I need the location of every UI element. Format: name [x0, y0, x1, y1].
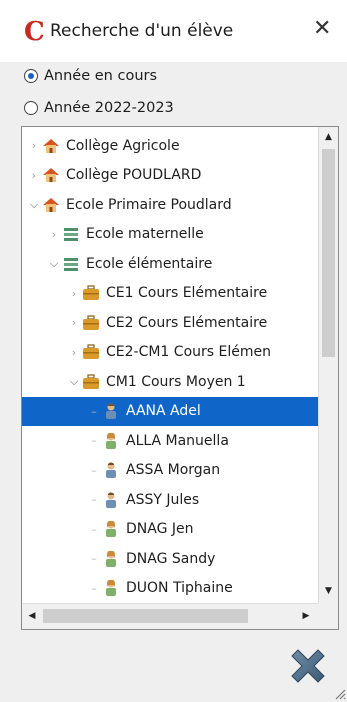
collapse-chevron-icon[interactable]: ›: [28, 169, 40, 182]
scroll-up-button[interactable]: ▲: [319, 127, 338, 147]
close-button[interactable]: ✕: [313, 18, 331, 40]
expand-chevron-icon[interactable]: ⌵: [48, 257, 60, 270]
tree-node-label: CE2-CM1 Cours Elémen: [106, 344, 271, 361]
class-briefcase-icon: [82, 314, 100, 332]
student-row[interactable]: – ASSA Morgan: [22, 456, 318, 486]
tree-node-label: CE2 Cours Elémentaire: [106, 314, 268, 331]
tree-node-label: Collège Agricole: [66, 137, 180, 154]
radio-year-2022-2023[interactable]: Année 2022-2023: [24, 97, 174, 119]
collapse-chevron-icon[interactable]: ›: [68, 346, 80, 359]
tree-connector-icon: –: [91, 404, 97, 418]
student-boy-icon: [102, 491, 120, 509]
radio-current-year-label: Année en cours: [44, 68, 158, 84]
tree-node-row[interactable]: ⌵ Ecole élémentaire: [22, 249, 318, 279]
tree-node-label: Ecole Primaire Poudlard: [66, 196, 232, 213]
search-student-dialog: C Recherche d'un élève ✕ Année en cours …: [0, 0, 347, 702]
tree-node-row[interactable]: › CE2 Cours Elémentaire: [22, 308, 318, 338]
level-stack-icon: [62, 225, 80, 243]
collapse-chevron-icon[interactable]: ›: [28, 139, 40, 152]
school-tree[interactable]: › Collège Agricole › Collège POUDLARD ⌵ Ecole…: [21, 126, 339, 630]
student-girl-icon: [102, 550, 120, 568]
tree-node-label: Collège POUDLARD: [66, 167, 202, 184]
horizontal-scrollbar[interactable]: ◀ ▶: [22, 603, 318, 629]
radio-current-year[interactable]: Année en cours: [24, 65, 157, 87]
tree-node-label: DUON Tiphaine: [126, 580, 233, 597]
tree-connector-icon: –: [91, 552, 97, 566]
collapse-chevron-icon[interactable]: ›: [68, 287, 80, 300]
vertical-scrollbar[interactable]: ▲ ▼: [318, 127, 338, 603]
tree-connector-icon: –: [91, 522, 97, 536]
app-logo-icon: C: [24, 17, 45, 47]
student-row[interactable]: – AANA Adel: [22, 396, 318, 426]
tree-node-row[interactable]: › CE2-CM1 Cours Elémen: [22, 338, 318, 368]
class-briefcase-icon: [82, 284, 100, 302]
tree-node-row[interactable]: ⌵ Ecole Primaire Poudlard: [22, 190, 318, 220]
collapse-chevron-icon[interactable]: ›: [68, 316, 80, 329]
radio-year-2022-2023-label: Année 2022-2023: [44, 100, 174, 116]
expand-chevron-icon[interactable]: ⌵: [68, 375, 80, 388]
school-house-icon: [42, 137, 60, 155]
radio-button-checked[interactable]: [24, 69, 38, 83]
cancel-cross-icon: [291, 649, 325, 683]
tree-node-label: ALLA Manuella: [126, 432, 229, 449]
class-briefcase-icon: [82, 373, 100, 391]
tree-node-label: ASSY Jules: [126, 491, 200, 508]
student-row[interactable]: – DNAG Sandy: [22, 544, 318, 574]
scroll-down-button[interactable]: ▼: [319, 581, 338, 601]
student-row[interactable]: – DUON Tiphaine: [22, 574, 318, 604]
tree-node-label: Ecole maternelle: [86, 226, 204, 243]
scrollbar-corner: [318, 603, 338, 629]
resize-grip-icon[interactable]: [334, 688, 346, 700]
window-title: Recherche d'un élève: [50, 21, 234, 41]
tree-node-label: Ecole élémentaire: [86, 255, 213, 272]
tree-node-label: ASSA Morgan: [126, 462, 221, 479]
tree-node-label: DNAG Sandy: [126, 550, 216, 567]
level-stack-icon: [62, 255, 80, 273]
school-house-icon: [42, 166, 60, 184]
vertical-scroll-thumb[interactable]: [322, 149, 335, 357]
tree-node-row[interactable]: › Ecole maternelle: [22, 220, 318, 250]
tree-connector-icon: –: [91, 581, 97, 595]
tree-node-row[interactable]: › Collège Agricole: [22, 131, 318, 161]
student-girl-icon: [102, 432, 120, 450]
collapse-chevron-icon[interactable]: ›: [48, 228, 60, 241]
tree-connector-icon: –: [91, 493, 97, 507]
tree-node-label: CE1 Cours Elémentaire: [106, 285, 268, 302]
horizontal-scroll-thumb[interactable]: [43, 609, 248, 623]
expand-chevron-icon[interactable]: ⌵: [28, 198, 40, 211]
tree-node-label: CM1 Cours Moyen 1: [106, 373, 246, 390]
class-briefcase-icon: [82, 343, 100, 361]
tree-connector-icon: –: [91, 434, 97, 448]
tree-node-label: AANA Adel: [126, 403, 201, 420]
student-boy-icon: [102, 402, 120, 420]
cancel-button[interactable]: [286, 644, 330, 688]
student-girl-icon: [102, 520, 120, 538]
scroll-right-button[interactable]: ▶: [296, 604, 316, 628]
tree-connector-icon: –: [91, 463, 97, 477]
student-girl-icon: [102, 579, 120, 597]
radio-button[interactable]: [24, 101, 38, 115]
student-boy-icon: [102, 461, 120, 479]
title-bar: C Recherche d'un élève ✕: [0, 0, 347, 62]
student-row[interactable]: – ALLA Manuella: [22, 426, 318, 456]
scroll-left-button[interactable]: ◀: [22, 604, 42, 628]
tree-node-row[interactable]: › CE1 Cours Elémentaire: [22, 279, 318, 309]
student-row[interactable]: – ASSY Jules: [22, 485, 318, 515]
tree-node-row[interactable]: ⌵ CM1 Cours Moyen 1: [22, 367, 318, 397]
tree-node-label: DNAG Jen: [126, 521, 194, 538]
school-house-icon: [42, 196, 60, 214]
tree-node-row[interactable]: › Collège POUDLARD: [22, 161, 318, 191]
student-row[interactable]: – DNAG Jen: [22, 515, 318, 545]
tree-rows: › Collège Agricole › Collège POUDLARD ⌵ Ecole…: [22, 131, 318, 603]
